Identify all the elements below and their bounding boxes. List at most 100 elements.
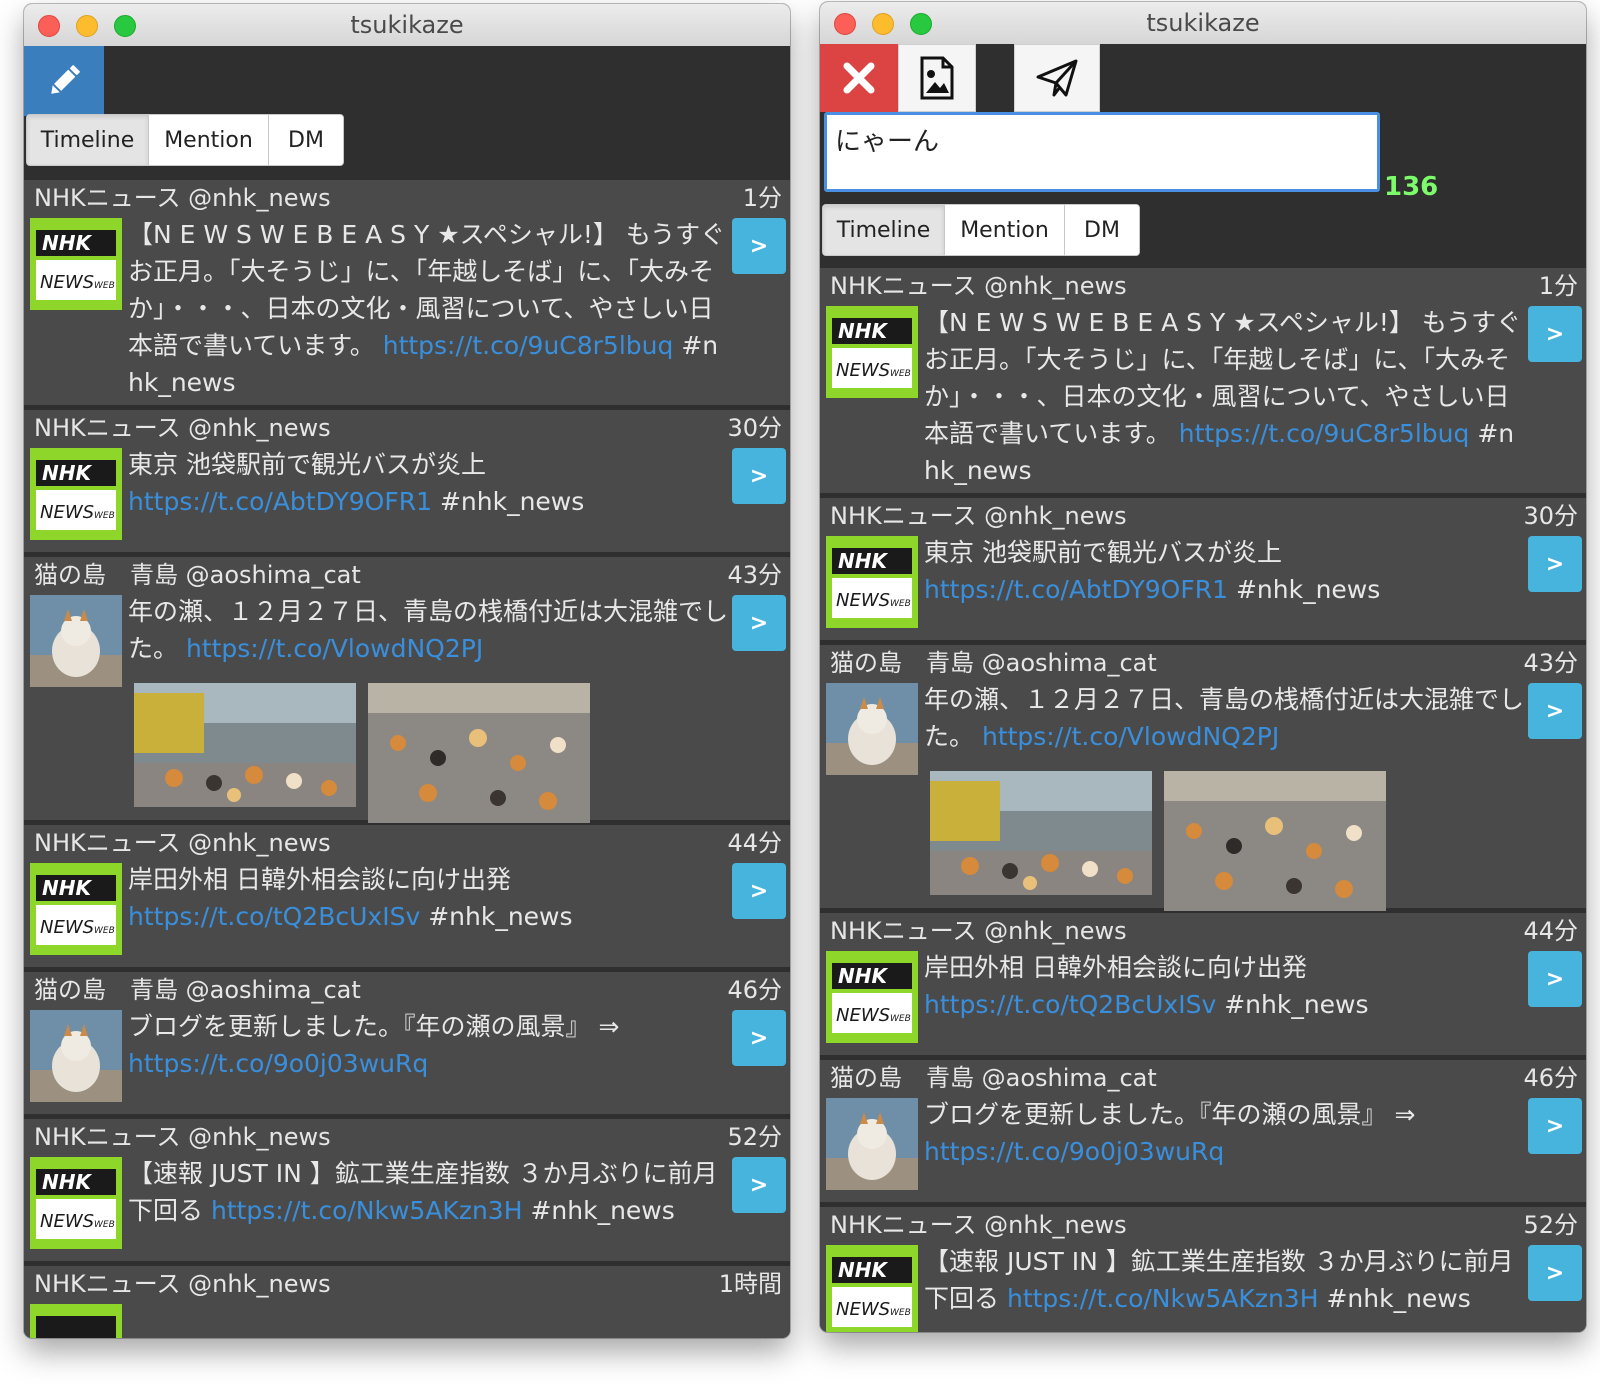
tweet-item: NHKニュース @nhk_news 1分 NHK NEWS WEB 【N E W…	[820, 268, 1586, 498]
nhk-news-avatar[interactable]: NHK NEWS WEB	[826, 951, 918, 1043]
tweet-item: NHKニュース @nhk_news 52分 NHK NEWS WEB 【速報 J…	[820, 1207, 1586, 1332]
tweet-link[interactable]: https://t.co/tQ2BcUxISv	[128, 902, 420, 931]
tweet-header: NHKニュース @nhk_news 30分	[820, 498, 1586, 534]
tweet-link[interactable]: https://t.co/9uC8r5lbuq	[1179, 419, 1470, 448]
tweet-link[interactable]: https://t.co/9uC8r5lbuq	[383, 331, 674, 360]
tweet-link[interactable]: https://t.co/tQ2BcUxISv	[924, 990, 1216, 1019]
tweet-user: NHKニュース @nhk_news	[34, 829, 331, 857]
svg-text:NHK: NHK	[838, 319, 888, 343]
photo-thumbnail[interactable]	[134, 683, 356, 807]
tweet-user: 猫の島 青島 @aoshima_cat	[34, 561, 361, 589]
nhk-news-avatar[interactable]: NHK NEWS WEB	[30, 1157, 122, 1249]
window-title: tsukikaze	[1146, 9, 1260, 37]
nhk-news-avatar[interactable]: NHK NEWS WEB	[826, 306, 918, 398]
tweet-header: NHKニュース @nhk_news 52分	[820, 1207, 1586, 1243]
compose-button[interactable]	[24, 46, 104, 116]
tweet-hashtag[interactable]: #nhk_news	[440, 487, 584, 516]
tweet-hashtag[interactable]: #nhk_news	[530, 1196, 674, 1225]
cat-avatar[interactable]	[826, 683, 918, 775]
nhk-news-avatar[interactable]: NHK NEWS WEB	[826, 1245, 918, 1332]
title-bar: tsukikaze	[820, 2, 1586, 45]
tab-timeline[interactable]: Timeline	[823, 205, 945, 255]
tweet-text: 【速報 JUST IN 】鉱工業生産指数 ３か月ぶりに前月下回る https:/…	[128, 1155, 728, 1235]
compose-window: tsukikaze にゃーん 136 Timeline Mention DM N…	[820, 2, 1586, 1332]
tweet-link[interactable]: https://t.co/VlowdNQ2PJ	[186, 634, 483, 663]
cat-avatar[interactable]	[30, 1010, 122, 1102]
tweet-link[interactable]: https://t.co/AbtDY9OFR1	[128, 487, 432, 516]
nhk-news-avatar[interactable]: NHK NEWS WEB	[30, 448, 122, 540]
tweet-detail-button[interactable]: >	[732, 595, 786, 651]
tweet-user: NHKニュース @nhk_news	[34, 414, 331, 442]
tweet-link[interactable]: https://t.co/VlowdNQ2PJ	[982, 722, 1279, 751]
tab-mention[interactable]: Mention	[945, 205, 1065, 255]
send-tweet-button[interactable]	[1014, 44, 1100, 112]
cancel-compose-button[interactable]	[820, 44, 898, 112]
svg-text:NEWS: NEWS	[40, 502, 94, 523]
tab-dm[interactable]: DM	[269, 115, 343, 165]
tweet-link[interactable]: https://t.co/Nkw5AKzn3H	[1007, 1284, 1319, 1313]
window-title: tsukikaze	[350, 11, 464, 39]
tweet-detail-button[interactable]: >	[1528, 951, 1582, 1007]
tweet-link[interactable]: https://t.co/9o0j03wuRq	[128, 1049, 428, 1078]
tweet-message: ブログを更新しました。『年の瀬の風景』 ⇒	[128, 1012, 620, 1041]
photo-thumbnail[interactable]	[368, 683, 590, 823]
tweet-hashtag[interactable]: #nhk_news	[1326, 1284, 1470, 1313]
tweet-hashtag[interactable]: #nhk_news	[1236, 575, 1380, 604]
tweet-time: 1分	[742, 184, 782, 212]
tweet-detail-button[interactable]: >	[1528, 1098, 1582, 1154]
svg-text:NHK: NHK	[42, 461, 92, 485]
tweet-hashtag[interactable]: #nhk_news	[1224, 990, 1368, 1019]
svg-text:NHK: NHK	[838, 549, 888, 573]
timeline-list[interactable]: NHKニュース @nhk_news 1分 NHK NEWS WEB 【N E W…	[820, 268, 1586, 1332]
attach-image-button[interactable]	[898, 44, 976, 112]
nhk-news-avatar[interactable]: NHK NEWS WEB	[826, 536, 918, 628]
tweet-link[interactable]: https://t.co/9o0j03wuRq	[924, 1137, 1224, 1166]
tweet-detail-button[interactable]: >	[732, 1010, 786, 1066]
tweet-header: 猫の島 青島 @aoshima_cat 46分	[24, 972, 790, 1008]
svg-text:NEWS: NEWS	[836, 1005, 890, 1026]
tweet-link[interactable]: https://t.co/Nkw5AKzn3H	[211, 1196, 523, 1225]
tweet-header: NHKニュース @nhk_news 44分	[24, 825, 790, 861]
cat-avatar[interactable]	[30, 595, 122, 687]
tweet-header: NHKニュース @nhk_news 1時間	[24, 1266, 790, 1302]
tweet-detail-button[interactable]: >	[732, 448, 786, 504]
tweet-message: 東京 池袋駅前で観光バスが炎上	[128, 450, 486, 479]
tweet-time: 46分	[1523, 1064, 1578, 1092]
tweet-header: 猫の島 青島 @aoshima_cat 46分	[820, 1060, 1586, 1096]
tweet-detail-button[interactable]: >	[732, 1157, 786, 1213]
photo-thumbnail[interactable]	[1164, 771, 1386, 911]
tab-dm[interactable]: DM	[1065, 205, 1139, 255]
tweet-detail-button[interactable]: >	[1528, 306, 1582, 362]
tweet-item: NHKニュース @nhk_news 1時間	[24, 1266, 790, 1338]
tweet-text: 岸田外相 日韓外相会談に向け出発 https://t.co/tQ2BcUxISv…	[924, 949, 1524, 1029]
tweet-header: NHKニュース @nhk_news 1分	[24, 180, 790, 216]
tweet-detail-button[interactable]: >	[732, 863, 786, 919]
tab-timeline[interactable]: Timeline	[27, 115, 149, 165]
timeline-list[interactable]: NHKニュース @nhk_news 1分 NHK NEWS WEB 【N E W…	[24, 180, 790, 1338]
tweet-detail-button[interactable]: >	[732, 218, 786, 274]
svg-text:NHK: NHK	[838, 964, 888, 988]
tweet-item: NHKニュース @nhk_news 1分 NHK NEWS WEB 【N E W…	[24, 180, 790, 410]
photo-thumbnail[interactable]	[930, 771, 1152, 895]
svg-text:NHK: NHK	[42, 1170, 92, 1194]
nhk-news-avatar[interactable]: NHK NEWS WEB	[30, 863, 122, 955]
tweet-detail-button[interactable]: >	[1528, 683, 1582, 739]
tweet-detail-button[interactable]: >	[1528, 1245, 1582, 1301]
tweet-hashtag[interactable]: #nhk_news	[428, 902, 572, 931]
tweet-item: 猫の島 青島 @aoshima_cat 43分 年の瀬、１２月２７日、青島の桟橋…	[820, 645, 1586, 913]
tweet-input[interactable]: にゃーん	[824, 112, 1380, 192]
tweet-header: NHKニュース @nhk_news 52分	[24, 1119, 790, 1155]
nhk-news-avatar[interactable]: NHK NEWS WEB	[30, 218, 122, 310]
svg-text:NEWS: NEWS	[836, 1299, 890, 1320]
tweet-time: 44分	[727, 829, 782, 857]
tweet-detail-button[interactable]: >	[1528, 536, 1582, 592]
nhk-news-avatar[interactable]	[30, 1304, 122, 1338]
svg-text:WEB: WEB	[890, 599, 911, 609]
cat-avatar[interactable]	[826, 1098, 918, 1190]
tweet-link[interactable]: https://t.co/AbtDY9OFR1	[924, 575, 1228, 604]
close-icon	[843, 62, 875, 94]
tweet-user: NHKニュース @nhk_news	[34, 184, 331, 212]
tweet-user: NHKニュース @nhk_news	[830, 917, 1127, 945]
tweet-time: 43分	[727, 561, 782, 589]
tab-mention[interactable]: Mention	[149, 115, 269, 165]
